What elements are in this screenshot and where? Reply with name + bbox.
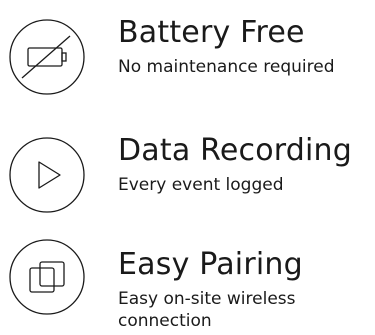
feature-description: No maintenance required — [118, 57, 335, 77]
feature-title: Battery Free — [118, 15, 305, 50]
feature-description: Easy on-site wireless connection — [118, 289, 296, 331]
feature-list: Battery Free No maintenance required Dat… — [0, 0, 375, 335]
feature-title: Easy Pairing — [118, 247, 303, 282]
battery-crossed-icon — [8, 18, 86, 96]
feature-title: Data Recording — [118, 133, 353, 168]
pairing-squares-icon — [8, 238, 86, 316]
feature-description: Every event logged — [118, 175, 284, 195]
play-icon — [8, 136, 86, 214]
